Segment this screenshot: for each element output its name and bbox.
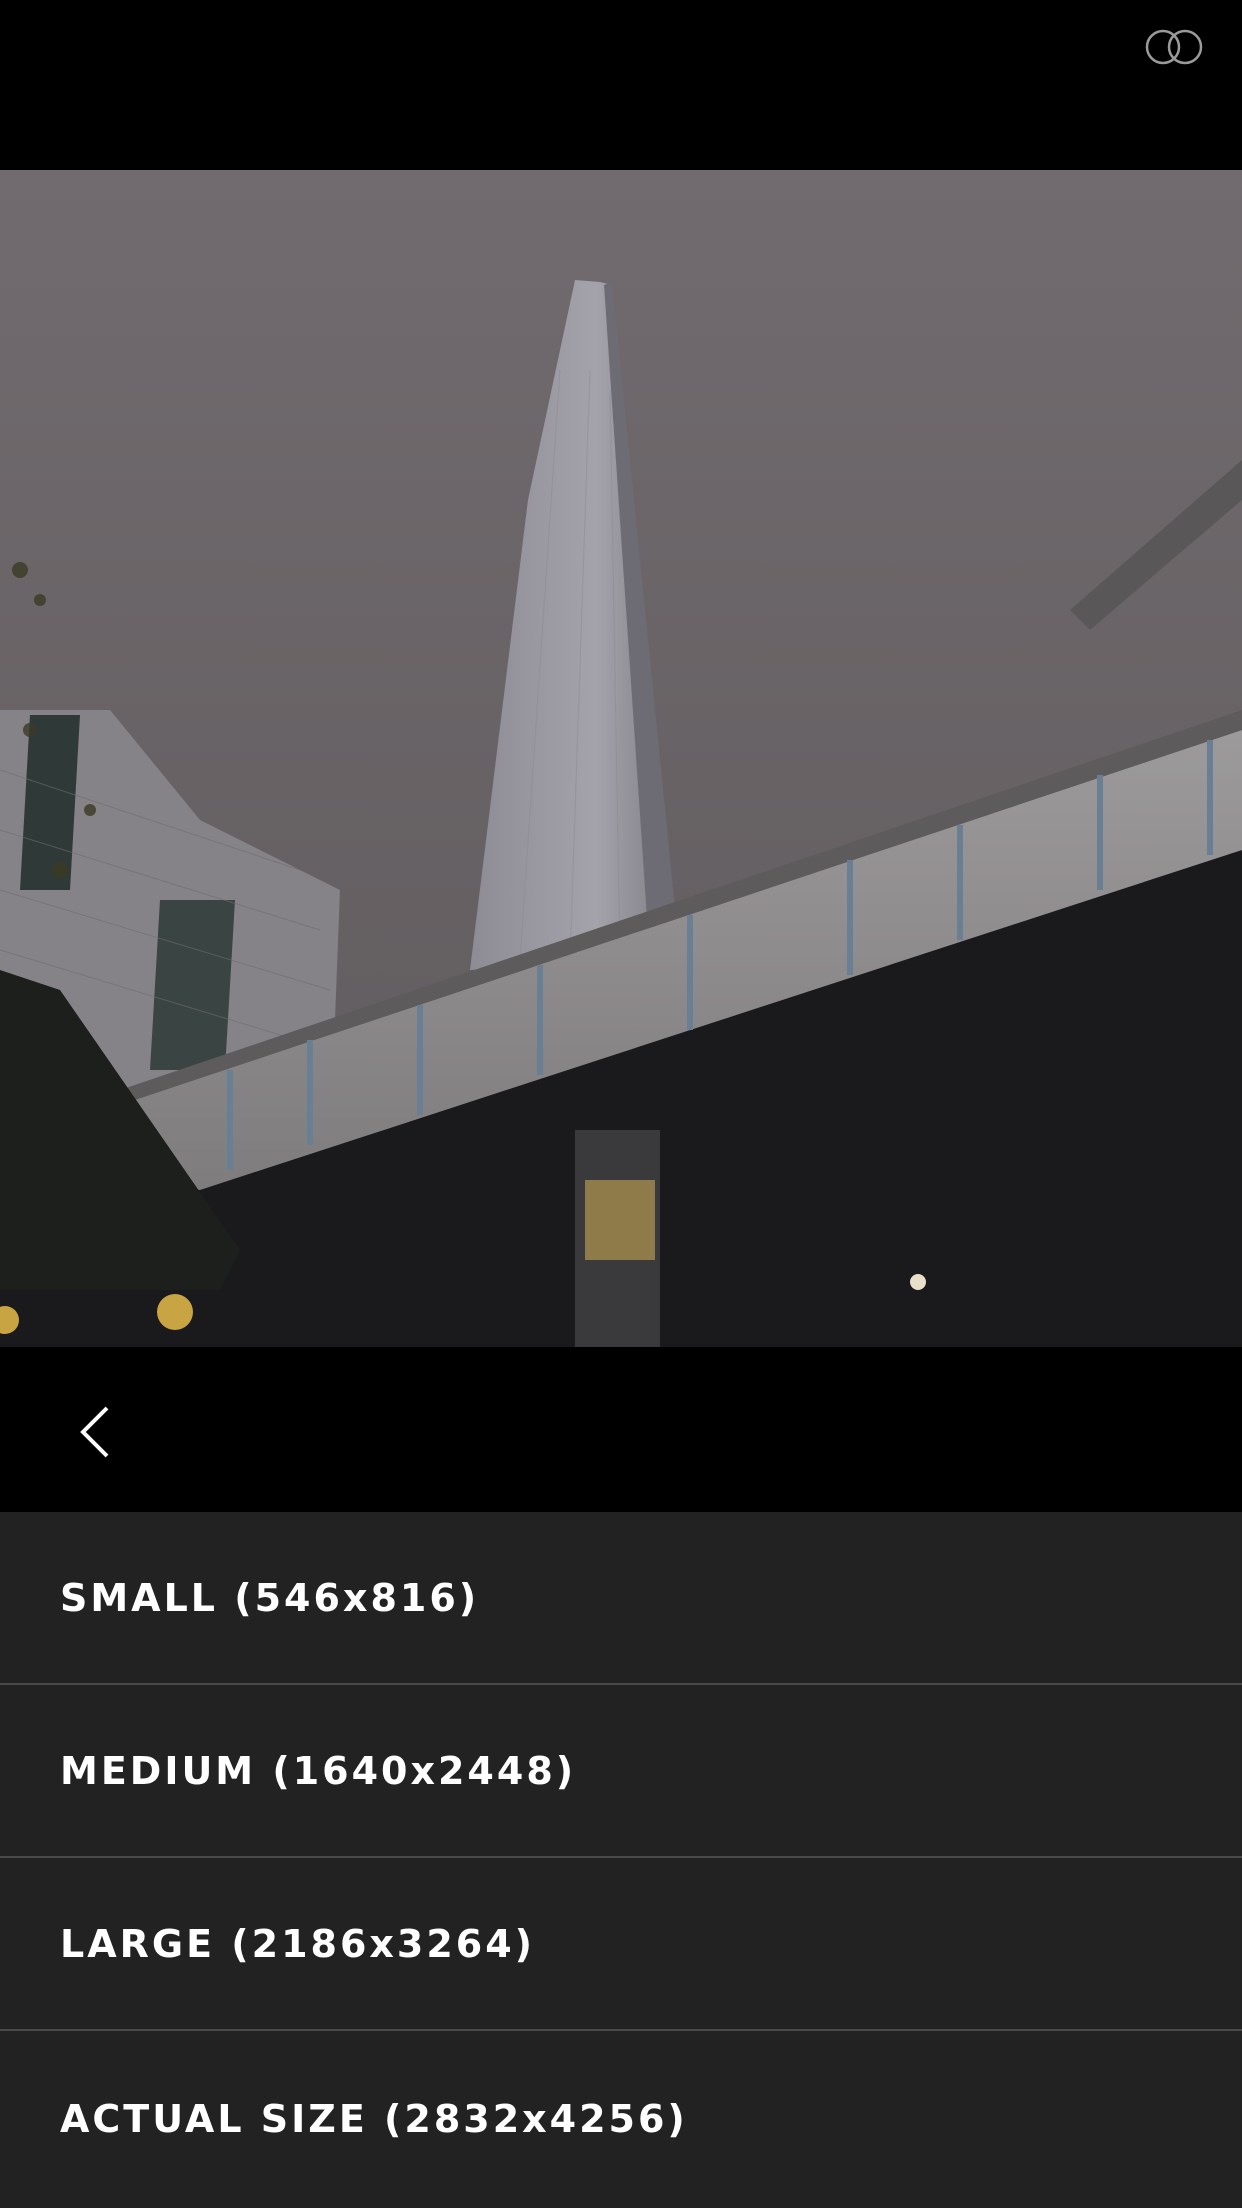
size-option-label: SMALL (546x816) <box>60 1575 480 1620</box>
size-option-large[interactable]: LARGE (2186x3264) <box>0 1858 1242 2031</box>
nav-bar <box>0 1347 1242 1512</box>
size-option-small[interactable]: SMALL (546x816) <box>0 1512 1242 1685</box>
rings-icon[interactable] <box>1144 28 1204 66</box>
size-option-actual[interactable]: ACTUAL SIZE (2832x4256) <box>0 2031 1242 2206</box>
top-bar <box>0 0 1242 170</box>
photo-viewer-image <box>0 170 1242 1347</box>
size-option-medium[interactable]: MEDIUM (1640x2448) <box>0 1685 1242 1858</box>
back-button[interactable] <box>60 1397 130 1467</box>
size-option-label: ACTUAL SIZE (2832x4256) <box>60 2096 688 2141</box>
size-options-menu: SMALL (546x816) MEDIUM (1640x2448) LARGE… <box>0 1512 1242 2208</box>
size-option-label: LARGE (2186x3264) <box>60 1921 536 1966</box>
size-option-label: MEDIUM (1640x2448) <box>60 1748 577 1793</box>
chevron-left-icon <box>80 1406 109 1458</box>
